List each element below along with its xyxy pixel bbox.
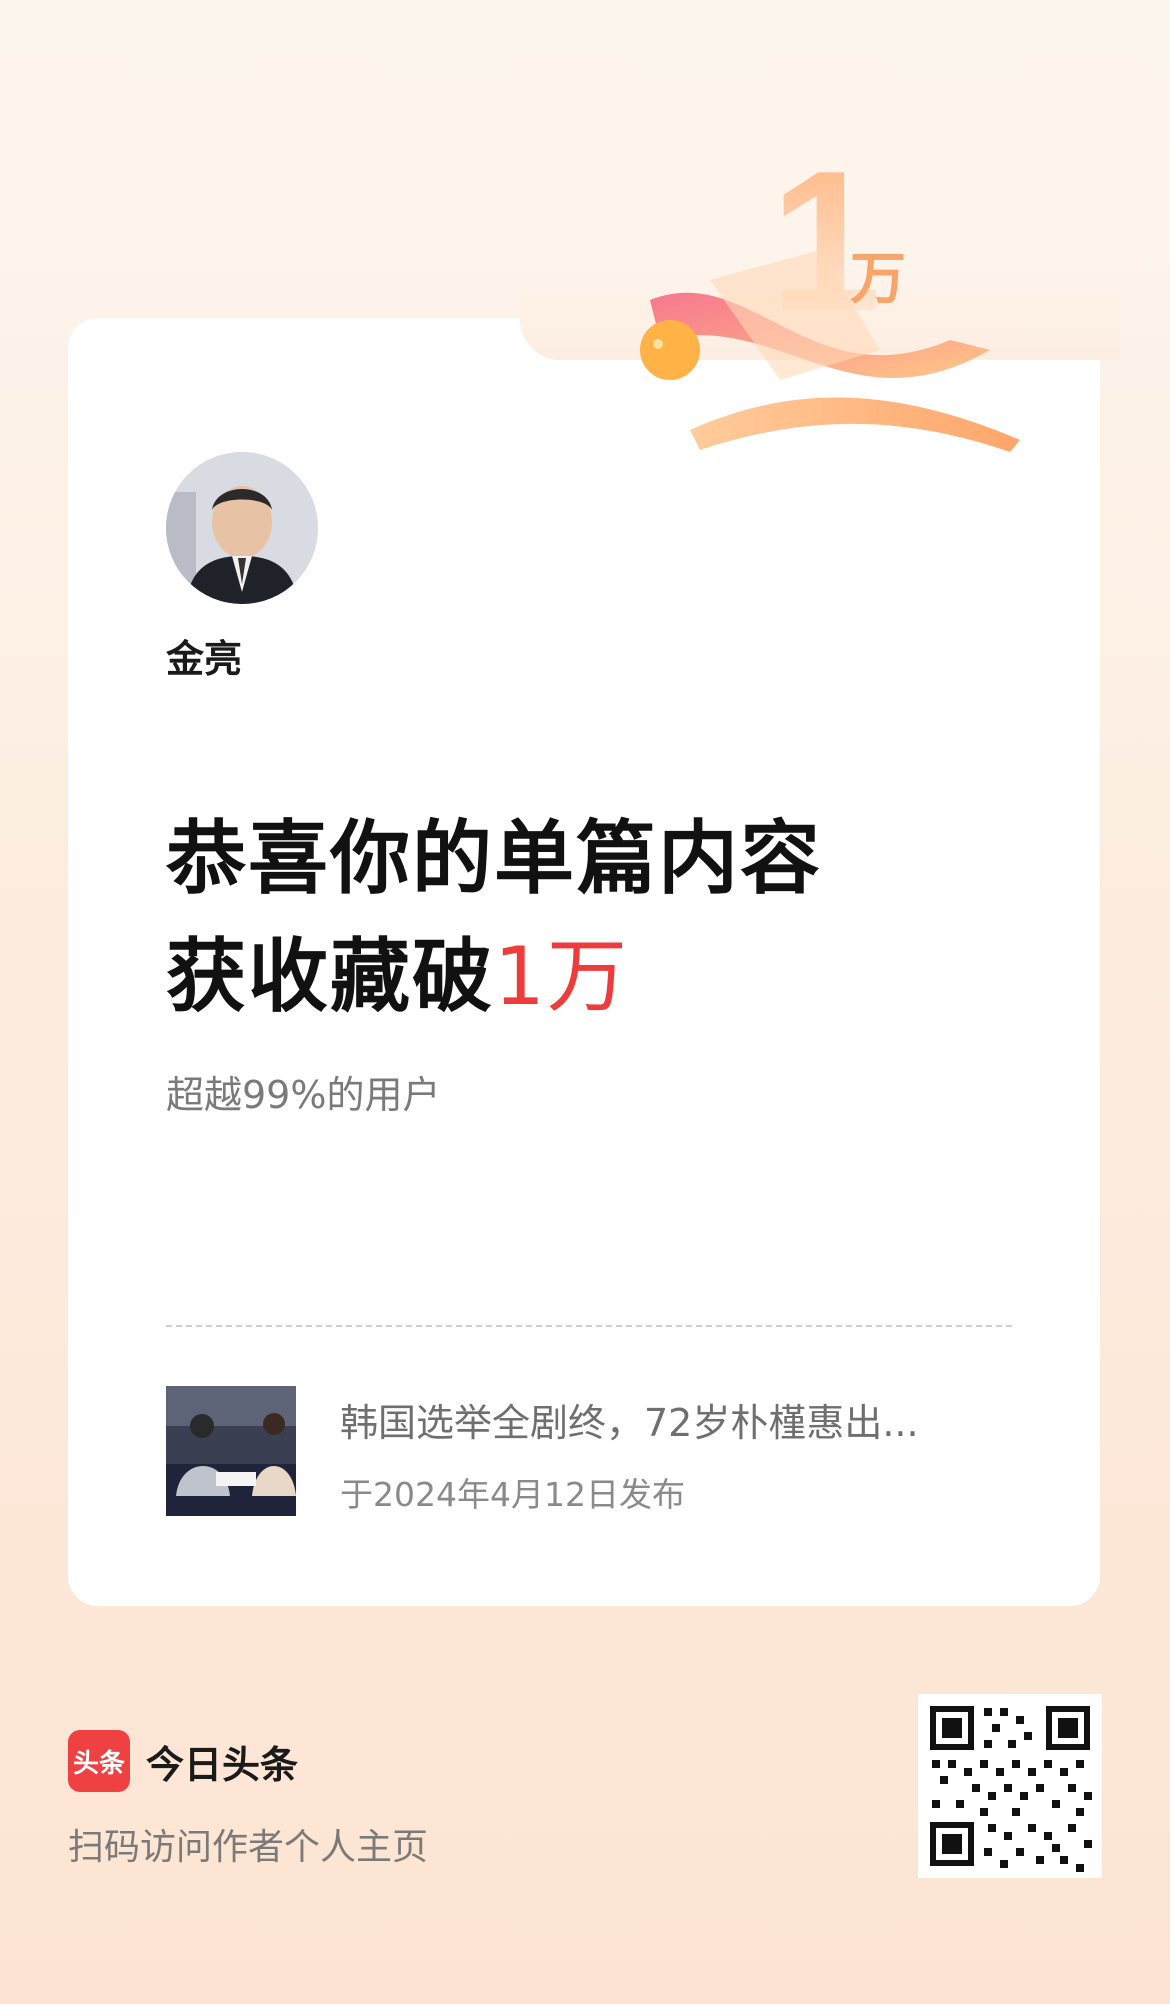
headline: 恭喜你的单篇内容 获收藏破1万 <box>166 800 822 1036</box>
dashed-divider <box>166 1325 1012 1327</box>
qr-hint: 扫码访问作者个人主页 <box>68 1827 429 1868</box>
badge-unit: 万 <box>850 247 906 312</box>
toutiao-logo-icon: 头条 <box>68 1730 130 1792</box>
article-title[interactable]: 韩国选举全剧终，72岁朴槿惠出... <box>340 1392 1000 1447</box>
brand-name: 今日头条 <box>146 1742 299 1787</box>
headline-line-1: 恭喜你的单篇内容 <box>166 812 822 905</box>
avatar[interactable] <box>166 452 318 604</box>
brand: 头条 今日头条 <box>68 1730 298 1792</box>
headline-prefix: 获收藏破 <box>166 930 494 1023</box>
star-icon <box>640 320 700 380</box>
badge-illustration: 1 万 <box>640 140 1020 452</box>
qr-code[interactable] <box>918 1694 1102 1878</box>
article-date: 于2024年4月12日发布 <box>340 1475 685 1514</box>
headline-highlight: 1万 <box>494 930 629 1023</box>
qr-code-icon <box>918 1694 1102 1878</box>
author-name[interactable]: 金亮 <box>166 628 242 683</box>
subtitle: 超越99%的用户 <box>166 1073 441 1117</box>
headline-line-2: 获收藏破1万 <box>166 918 822 1036</box>
article-thumbnail[interactable] <box>166 1386 296 1516</box>
